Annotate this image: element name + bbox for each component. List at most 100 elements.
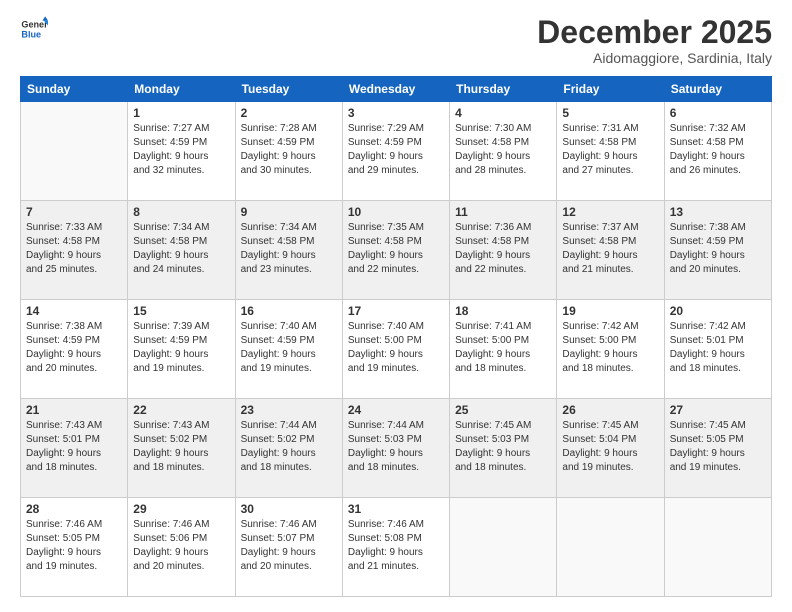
day-number: 14	[26, 304, 122, 318]
day-info: Sunrise: 7:31 AMSunset: 4:58 PMDaylight:…	[562, 122, 658, 178]
calendar-cell: 25 Sunrise: 7:45 AMSunset: 5:03 PMDayligh…	[450, 399, 557, 498]
day-info: Sunrise: 7:36 AMSunset: 4:58 PMDaylight:…	[455, 221, 551, 277]
calendar-cell: 14 Sunrise: 7:38 AMSunset: 4:59 PMDayligh…	[21, 300, 128, 399]
day-info: Sunrise: 7:37 AMSunset: 4:58 PMDaylight:…	[562, 221, 658, 277]
day-info: Sunrise: 7:38 AMSunset: 4:59 PMDaylight:…	[26, 320, 122, 376]
calendar-cell: 30 Sunrise: 7:46 AMSunset: 5:07 PMDayligh…	[235, 498, 342, 597]
day-number: 22	[133, 403, 229, 417]
calendar-cell	[664, 498, 771, 597]
day-info: Sunrise: 7:30 AMSunset: 4:58 PMDaylight:…	[455, 122, 551, 178]
day-number: 12	[562, 205, 658, 219]
day-info: Sunrise: 7:40 AMSunset: 5:00 PMDaylight:…	[348, 320, 444, 376]
day-info: Sunrise: 7:44 AMSunset: 5:03 PMDaylight:…	[348, 419, 444, 475]
day-number: 24	[348, 403, 444, 417]
calendar-cell: 17Sunrise: 7:40 AMSunset: 5:00 PMDayligh…	[342, 300, 449, 399]
day-number: 16	[241, 304, 337, 318]
calendar-cell: 22Sunrise: 7:43 AMSunset: 5:02 PMDayligh…	[128, 399, 235, 498]
calendar-cell	[557, 498, 664, 597]
calendar-week-5: 28Sunrise: 7:46 AMSunset: 5:05 PMDayligh…	[21, 498, 772, 597]
day-info: Sunrise: 7:40 AMSunset: 4:59 PMDaylight:…	[241, 320, 337, 376]
day-info: Sunrise: 7:35 AMSunset: 4:58 PMDaylight:…	[348, 221, 444, 277]
day-info: Sunrise: 7:46 AMSunset: 5:06 PMDaylight:…	[133, 518, 229, 574]
day-number: 8	[133, 205, 229, 219]
day-number: 20	[670, 304, 766, 318]
calendar-cell: 18 Sunrise: 7:41 AMSunset: 5:00 PMDayligh…	[450, 300, 557, 399]
calendar-cell: 8 Sunrise: 7:34 AMSunset: 4:58 PMDaylight…	[128, 201, 235, 300]
calendar-cell	[450, 498, 557, 597]
day-info: Sunrise: 7:46 AMSunset: 5:07 PMDaylight:…	[241, 518, 337, 574]
calendar-week-4: 21Sunrise: 7:43 AMSunset: 5:01 PMDayligh…	[21, 399, 772, 498]
calendar-header-row: SundayMondayTuesdayWednesdayThursdayFrid…	[21, 77, 772, 102]
day-number: 1	[133, 106, 229, 120]
day-info: Sunrise: 7:46 AMSunset: 5:08 PMDaylight:…	[348, 518, 444, 574]
calendar-cell: 28Sunrise: 7:46 AMSunset: 5:05 PMDayligh…	[21, 498, 128, 597]
calendar-cell: 26 Sunrise: 7:45 AMSunset: 5:04 PMDayligh…	[557, 399, 664, 498]
day-info: Sunrise: 7:39 AMSunset: 4:59 PMDaylight:…	[133, 320, 229, 376]
calendar-cell: 23Sunrise: 7:44 AMSunset: 5:02 PMDayligh…	[235, 399, 342, 498]
day-number: 18	[455, 304, 551, 318]
header-wednesday: Wednesday	[342, 77, 449, 102]
calendar-cell: 12 Sunrise: 7:37 AMSunset: 4:58 PMDayligh…	[557, 201, 664, 300]
calendar-cell: 24 Sunrise: 7:44 AMSunset: 5:03 PMDayligh…	[342, 399, 449, 498]
day-number: 19	[562, 304, 658, 318]
calendar-week-1: 1 Sunrise: 7:27 AMSunset: 4:59 PMDaylight…	[21, 102, 772, 201]
calendar-subtitle: Aidomaggiore, Sardinia, Italy	[537, 50, 772, 66]
header-sunday: Sunday	[21, 77, 128, 102]
calendar-cell: 5 Sunrise: 7:31 AMSunset: 4:58 PMDaylight…	[557, 102, 664, 201]
calendar-week-2: 7 Sunrise: 7:33 AMSunset: 4:58 PMDaylight…	[21, 201, 772, 300]
day-info: Sunrise: 7:32 AMSunset: 4:58 PMDaylight:…	[670, 122, 766, 178]
day-number: 3	[348, 106, 444, 120]
calendar-cell: 19 Sunrise: 7:42 AMSunset: 5:00 PMDayligh…	[557, 300, 664, 399]
calendar-cell	[21, 102, 128, 201]
calendar-cell: 1 Sunrise: 7:27 AMSunset: 4:59 PMDaylight…	[128, 102, 235, 201]
day-number: 2	[241, 106, 337, 120]
day-info: Sunrise: 7:28 AMSunset: 4:59 PMDaylight:…	[241, 122, 337, 178]
day-info: Sunrise: 7:45 AMSunset: 5:04 PMDaylight:…	[562, 419, 658, 475]
calendar-cell: 3 Sunrise: 7:29 AMSunset: 4:59 PMDaylight…	[342, 102, 449, 201]
day-info: Sunrise: 7:42 AMSunset: 5:01 PMDaylight:…	[670, 320, 766, 376]
day-info: Sunrise: 7:33 AMSunset: 4:58 PMDaylight:…	[26, 221, 122, 277]
day-info: Sunrise: 7:34 AMSunset: 4:58 PMDaylight:…	[133, 221, 229, 277]
calendar-cell: 2 Sunrise: 7:28 AMSunset: 4:59 PMDaylight…	[235, 102, 342, 201]
day-info: Sunrise: 7:34 AMSunset: 4:58 PMDaylight:…	[241, 221, 337, 277]
calendar-cell: 4Sunrise: 7:30 AMSunset: 4:58 PMDaylight…	[450, 102, 557, 201]
day-info: Sunrise: 7:29 AMSunset: 4:59 PMDaylight:…	[348, 122, 444, 178]
header-monday: Monday	[128, 77, 235, 102]
day-info: Sunrise: 7:27 AMSunset: 4:59 PMDaylight:…	[133, 122, 229, 178]
header-tuesday: Tuesday	[235, 77, 342, 102]
day-number: 15	[133, 304, 229, 318]
title-block: December 2025 Aidomaggiore, Sardinia, It…	[537, 15, 772, 66]
calendar-cell: 6Sunrise: 7:32 AMSunset: 4:58 PMDaylight…	[664, 102, 771, 201]
day-number: 29	[133, 502, 229, 516]
calendar-cell: 16 Sunrise: 7:40 AMSunset: 4:59 PMDayligh…	[235, 300, 342, 399]
calendar-cell: 29 Sunrise: 7:46 AMSunset: 5:06 PMDayligh…	[128, 498, 235, 597]
calendar-cell: 27Sunrise: 7:45 AMSunset: 5:05 PMDayligh…	[664, 399, 771, 498]
calendar-cell: 31Sunrise: 7:46 AMSunset: 5:08 PMDayligh…	[342, 498, 449, 597]
day-info: Sunrise: 7:41 AMSunset: 5:00 PMDaylight:…	[455, 320, 551, 376]
day-number: 9	[241, 205, 337, 219]
svg-text:Blue: Blue	[21, 29, 41, 39]
day-number: 13	[670, 205, 766, 219]
day-info: Sunrise: 7:45 AMSunset: 5:03 PMDaylight:…	[455, 419, 551, 475]
day-number: 30	[241, 502, 337, 516]
day-number: 27	[670, 403, 766, 417]
day-number: 25	[455, 403, 551, 417]
calendar-cell: 7 Sunrise: 7:33 AMSunset: 4:58 PMDaylight…	[21, 201, 128, 300]
calendar-cell: 9 Sunrise: 7:34 AMSunset: 4:58 PMDaylight…	[235, 201, 342, 300]
calendar-cell: 21Sunrise: 7:43 AMSunset: 5:01 PMDayligh…	[21, 399, 128, 498]
day-number: 5	[562, 106, 658, 120]
day-number: 11	[455, 205, 551, 219]
logo: General Blue	[20, 15, 48, 43]
calendar-title: December 2025	[537, 15, 772, 50]
day-number: 26	[562, 403, 658, 417]
calendar-week-3: 14 Sunrise: 7:38 AMSunset: 4:59 PMDayligh…	[21, 300, 772, 399]
header-thursday: Thursday	[450, 77, 557, 102]
day-info: Sunrise: 7:42 AMSunset: 5:00 PMDaylight:…	[562, 320, 658, 376]
calendar-cell: 10Sunrise: 7:35 AMSunset: 4:58 PMDayligh…	[342, 201, 449, 300]
day-number: 28	[26, 502, 122, 516]
header-friday: Friday	[557, 77, 664, 102]
svg-text:General: General	[21, 20, 48, 30]
calendar-cell: 15 Sunrise: 7:39 AMSunset: 4:59 PMDayligh…	[128, 300, 235, 399]
header-saturday: Saturday	[664, 77, 771, 102]
day-number: 7	[26, 205, 122, 219]
